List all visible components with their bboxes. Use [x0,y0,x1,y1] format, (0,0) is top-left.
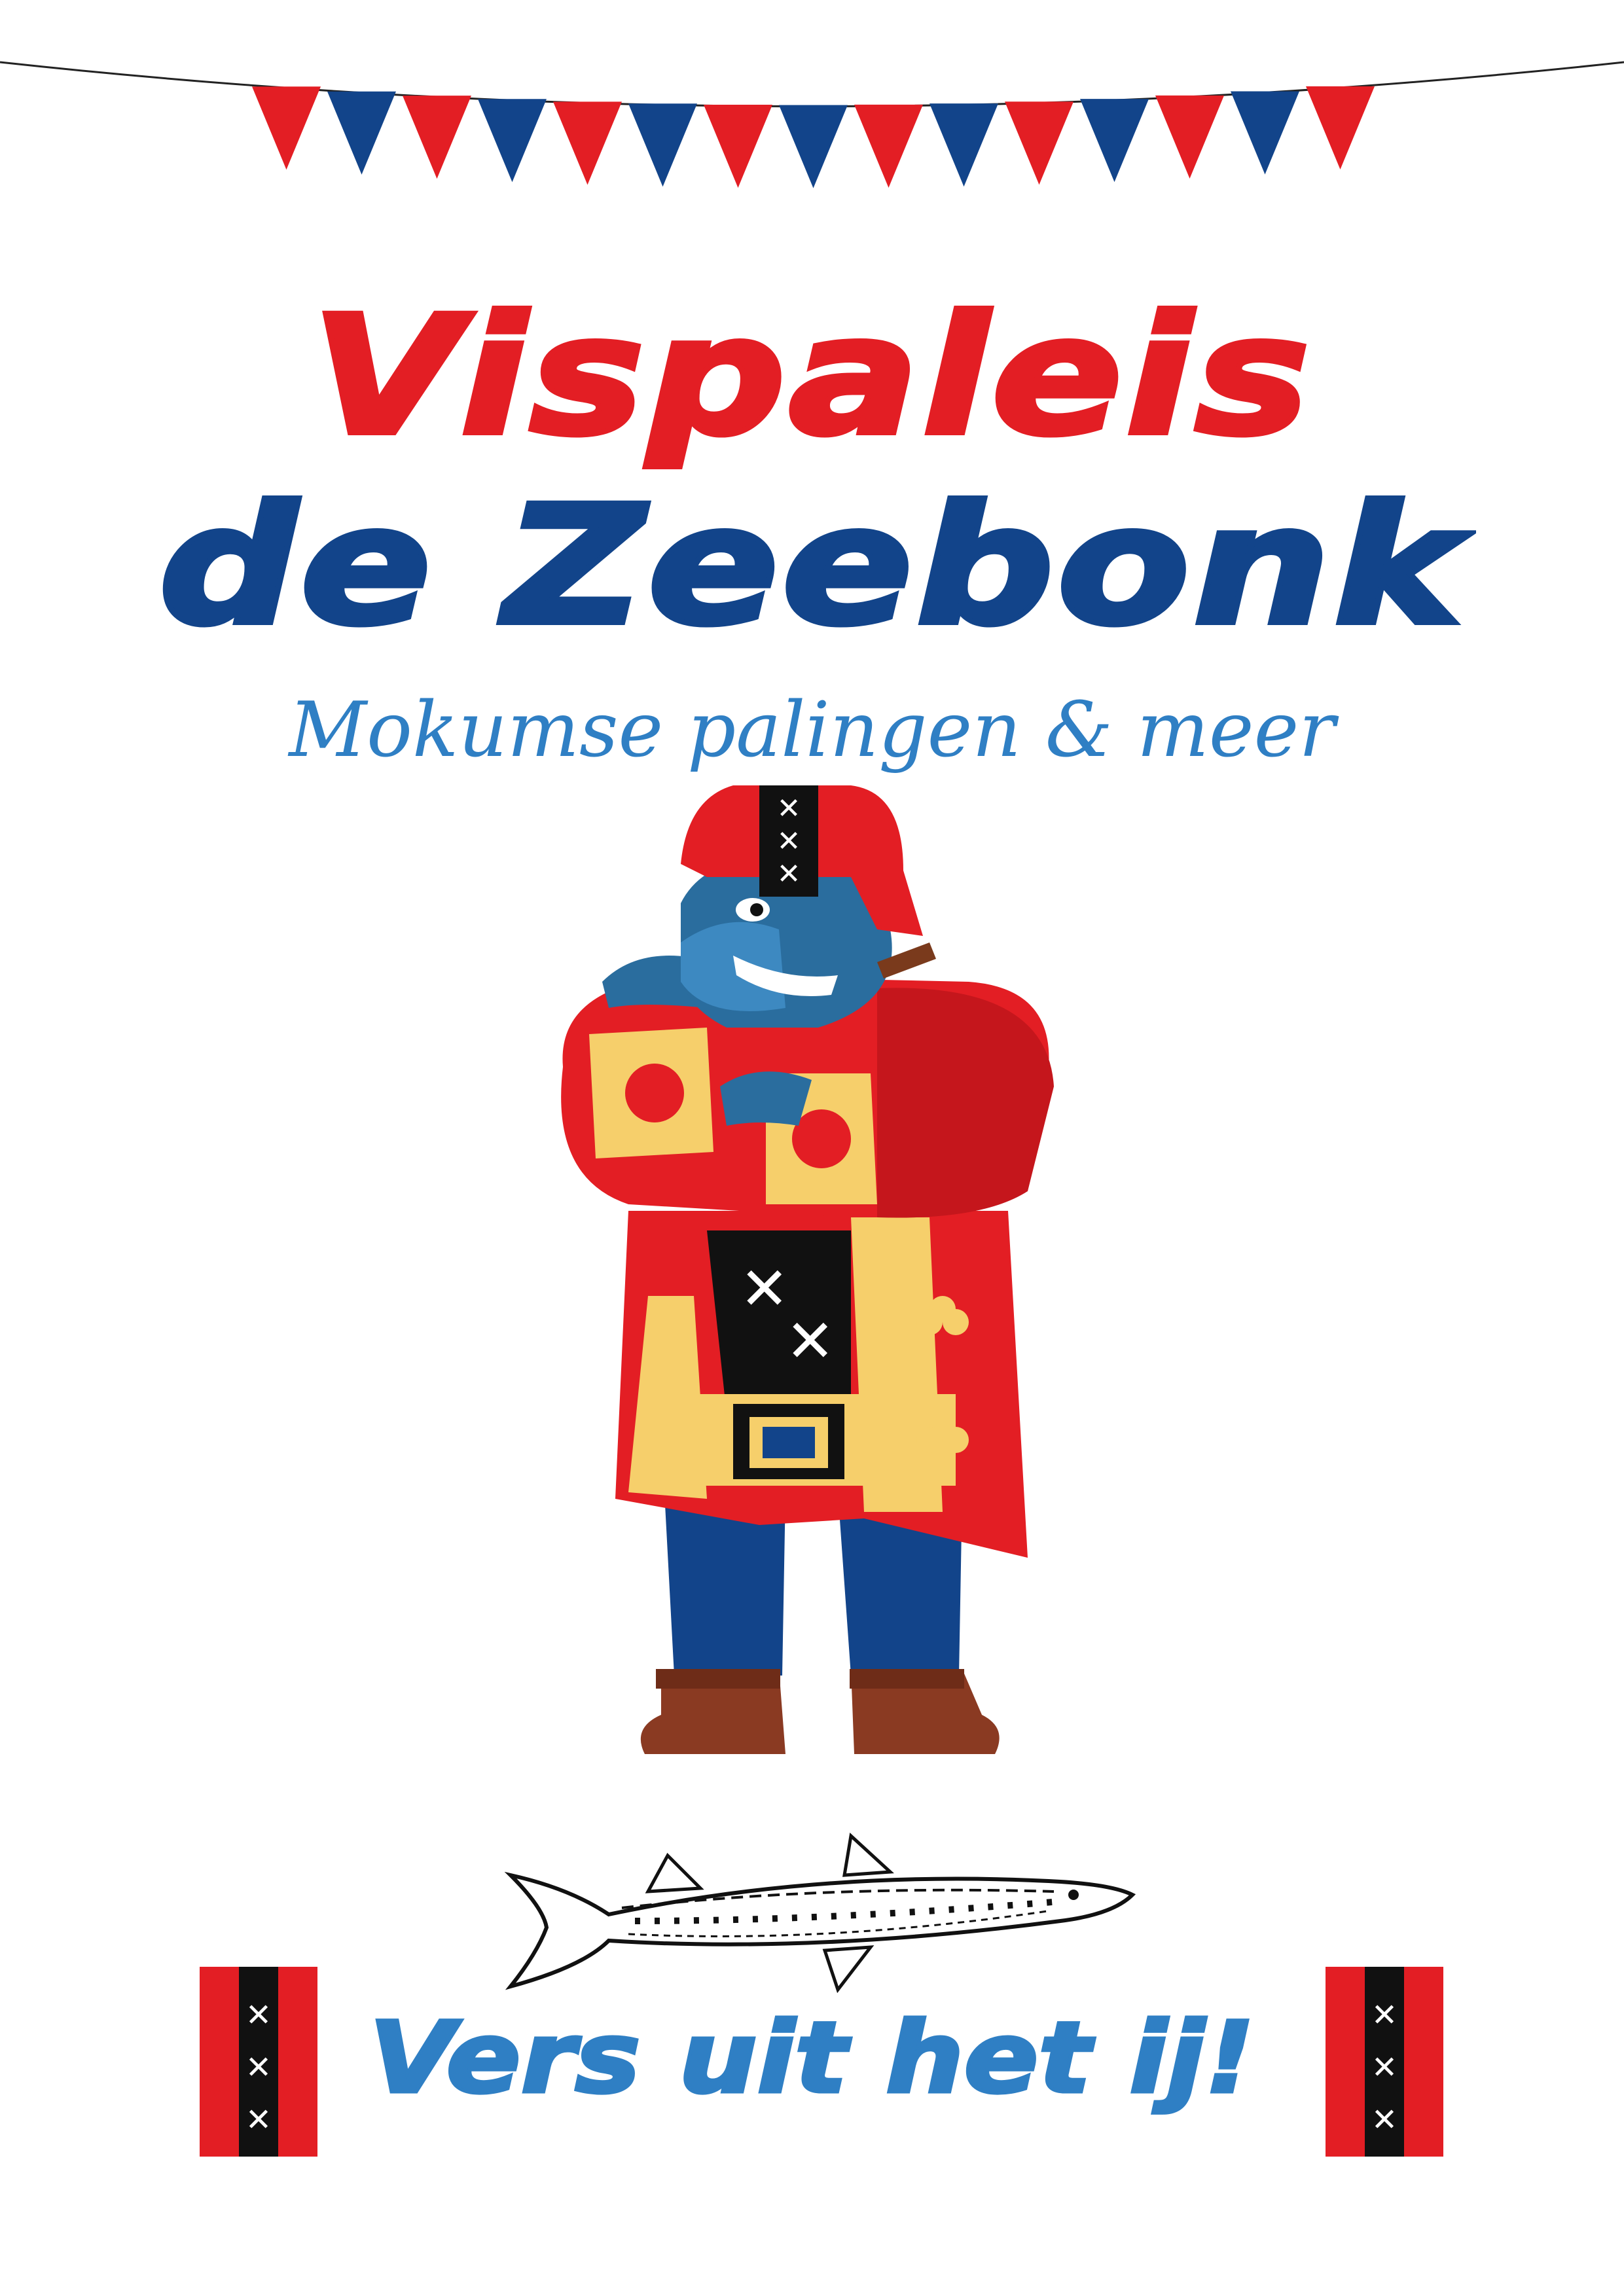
pennant-flag [252,86,321,170]
pennant-flag [704,104,772,188]
pennant-flag [628,103,697,187]
gorilla-mascot-icon: ✕ ✕ ✕ ✕ ✕ [561,785,1054,1754]
svg-text:✕: ✕ [777,857,801,891]
pennant-flag [553,101,622,185]
pennant-flag [478,99,547,183]
bunting-garland [0,61,1624,188]
pennant-flag [779,105,848,188]
pennant-flag [1005,101,1074,185]
svg-text:✕: ✕ [740,1255,789,1323]
svg-text:✕: ✕ [785,1307,835,1376]
pennant-flag [327,91,396,175]
pennant-flag [403,96,471,179]
pennant-flag [1306,86,1375,170]
pennant-flag [1080,99,1149,183]
svg-text:✕: ✕ [777,792,801,825]
barracuda-fish-icon [504,1833,1136,1993]
tagline: Vers uit het ij! [367,2001,1257,2115]
title-line-1: Vispaleis [308,281,1313,471]
pennant-flag [854,104,923,188]
pennant-flag [1231,91,1299,175]
pennant-flag [929,103,998,187]
pennant-flag [1155,95,1224,179]
svg-text:✕: ✕ [777,825,801,858]
title-line-2: de Zeebonk [156,471,1466,661]
garland-string [0,61,1624,107]
subtitle: Mokumse palingen & meer [289,686,1335,774]
